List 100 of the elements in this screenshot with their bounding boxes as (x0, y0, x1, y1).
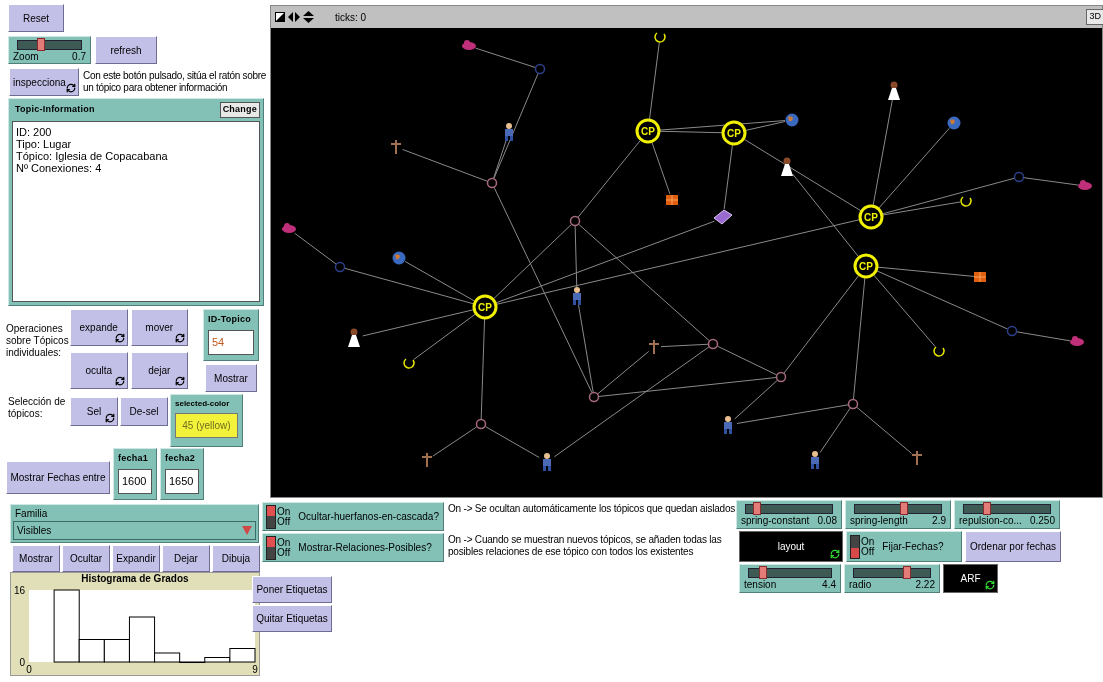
on-label: On (861, 536, 875, 547)
circle-node[interactable] (847, 398, 859, 410)
cloud-icon[interactable] (462, 40, 476, 50)
connector-line (475, 47, 536, 68)
slider-thumb[interactable] (36, 38, 45, 51)
sort-button[interactable]: Ordenar por fechas (965, 531, 1061, 562)
selection-button[interactable]: Sel (70, 397, 118, 426)
arf-button[interactable]: ARF (943, 564, 998, 593)
action-button[interactable]: Dibuja (212, 545, 260, 572)
connector-line (723, 144, 733, 210)
plot-title: Histograma de Grados (81, 573, 189, 585)
axis-tick-label: 16 (13, 585, 25, 596)
cross-icon[interactable] (390, 139, 402, 155)
action-button[interactable]: Ocultar (62, 545, 110, 572)
ring-icon[interactable] (654, 32, 666, 43)
operation-button[interactable]: oculta (70, 352, 128, 389)
refresh-button[interactable]: refresh (95, 36, 157, 64)
hub-node[interactable]: CP (472, 294, 498, 320)
circle-node[interactable] (569, 215, 581, 227)
slider-label: repulsion-co... (959, 515, 1022, 527)
input-field[interactable]: 1600 (118, 468, 152, 494)
slider-thumb[interactable] (983, 502, 991, 515)
slider-value: 2.9 (932, 515, 946, 527)
globe-icon[interactable] (785, 113, 799, 127)
change-button[interactable]: Change (219, 102, 260, 118)
switch-lever[interactable] (266, 504, 276, 529)
person-figure[interactable] (724, 416, 732, 434)
circle-node[interactable] (775, 371, 787, 383)
circle-node[interactable] (534, 63, 546, 75)
forever-icon (985, 580, 995, 590)
label-button[interactable]: Quitar Etiquetas (252, 605, 332, 632)
cross-icon[interactable] (421, 452, 433, 468)
help-text: On -> Cuando se muestran nuevos tópicos, se añaden todas las posibles relaciones de ese tópico con todos los existentes (448, 534, 723, 558)
person-figure[interactable] (573, 287, 581, 305)
reset-button[interactable]: Reset (8, 4, 64, 32)
cross-icon[interactable] (911, 450, 923, 466)
operation-button[interactable]: dejar (130, 352, 188, 389)
ring-icon[interactable] (933, 346, 945, 357)
date-range-button[interactable]: Mostrar Fechas entre (6, 461, 110, 494)
dropdown[interactable]: Visibles (13, 521, 256, 540)
slider-label: spring-length (850, 515, 908, 527)
axis-tick-label: 9 (252, 664, 258, 675)
cloud-icon[interactable] (282, 223, 296, 233)
book-icon[interactable] (713, 209, 733, 225)
input-field[interactable]: 54 (208, 329, 254, 355)
circle-node[interactable] (707, 338, 719, 350)
circle-node[interactable] (1013, 171, 1025, 183)
slider-value: 0.08 (817, 515, 837, 527)
person-figure[interactable] (811, 451, 819, 469)
switch-label: Fijar-Fechas? (882, 540, 944, 554)
layout-button[interactable]: layout (739, 531, 843, 562)
hub-node[interactable]: CP (858, 204, 884, 230)
inspect-button[interactable]: inspecciona (9, 68, 79, 96)
circle-node[interactable] (588, 391, 600, 403)
ring-icon[interactable] (960, 196, 972, 207)
dress-figure[interactable] (888, 81, 900, 100)
brick-icon[interactable] (973, 271, 987, 283)
forever-icon (114, 333, 125, 343)
slider-thumb[interactable] (899, 502, 908, 515)
input-field[interactable]: 1650 (165, 468, 199, 494)
color-field[interactable]: 45 (yellow) (175, 413, 238, 438)
dress-figure[interactable] (348, 328, 360, 347)
ticks-label: ticks: 0 (335, 10, 367, 25)
off-label: Off (861, 546, 875, 557)
3d-button[interactable]: 3D (1086, 9, 1103, 25)
dress-figure[interactable] (781, 157, 793, 176)
on-label: On (277, 537, 291, 548)
cloud-icon[interactable] (1070, 336, 1084, 346)
switch-lever[interactable] (850, 534, 860, 559)
action-button[interactable]: Dejar (162, 545, 210, 572)
person-figure[interactable] (505, 123, 513, 141)
cross-icon[interactable] (648, 339, 660, 355)
connector-line (1023, 177, 1079, 186)
circle-node[interactable] (475, 418, 487, 430)
axis-tick-label: 0 (26, 664, 32, 675)
circle-node[interactable] (486, 177, 498, 189)
hub-node[interactable]: CP (853, 253, 879, 279)
globe-icon[interactable] (392, 251, 406, 265)
hub-node[interactable]: CP (635, 118, 661, 144)
slider-thumb[interactable] (753, 502, 761, 515)
forever-icon (114, 376, 125, 386)
mostrar-button[interactable]: Mostrar (205, 364, 257, 392)
operation-button[interactable]: expande (70, 309, 128, 346)
circle-node[interactable] (1006, 325, 1018, 337)
selection-button[interactable]: De-sel (120, 397, 168, 426)
cloud-icon[interactable] (1078, 180, 1092, 190)
operation-button[interactable]: mover (130, 309, 188, 346)
label-button[interactable]: Poner Etiquetas (252, 576, 332, 603)
action-button[interactable]: Expandir (112, 545, 160, 572)
brick-icon[interactable] (665, 194, 679, 206)
circle-node[interactable] (334, 261, 346, 273)
hub-node[interactable]: CP (721, 120, 747, 146)
switch-label: Ocultar-huerfanos-en-cascada? (298, 510, 439, 524)
slider-thumb[interactable] (759, 566, 768, 579)
switch-lever[interactable] (266, 535, 276, 560)
action-button[interactable]: Mostrar (12, 545, 60, 572)
ring-icon[interactable] (403, 358, 415, 369)
person-figure[interactable] (543, 453, 551, 471)
globe-icon[interactable] (947, 116, 961, 130)
slider-thumb[interactable] (903, 566, 912, 579)
